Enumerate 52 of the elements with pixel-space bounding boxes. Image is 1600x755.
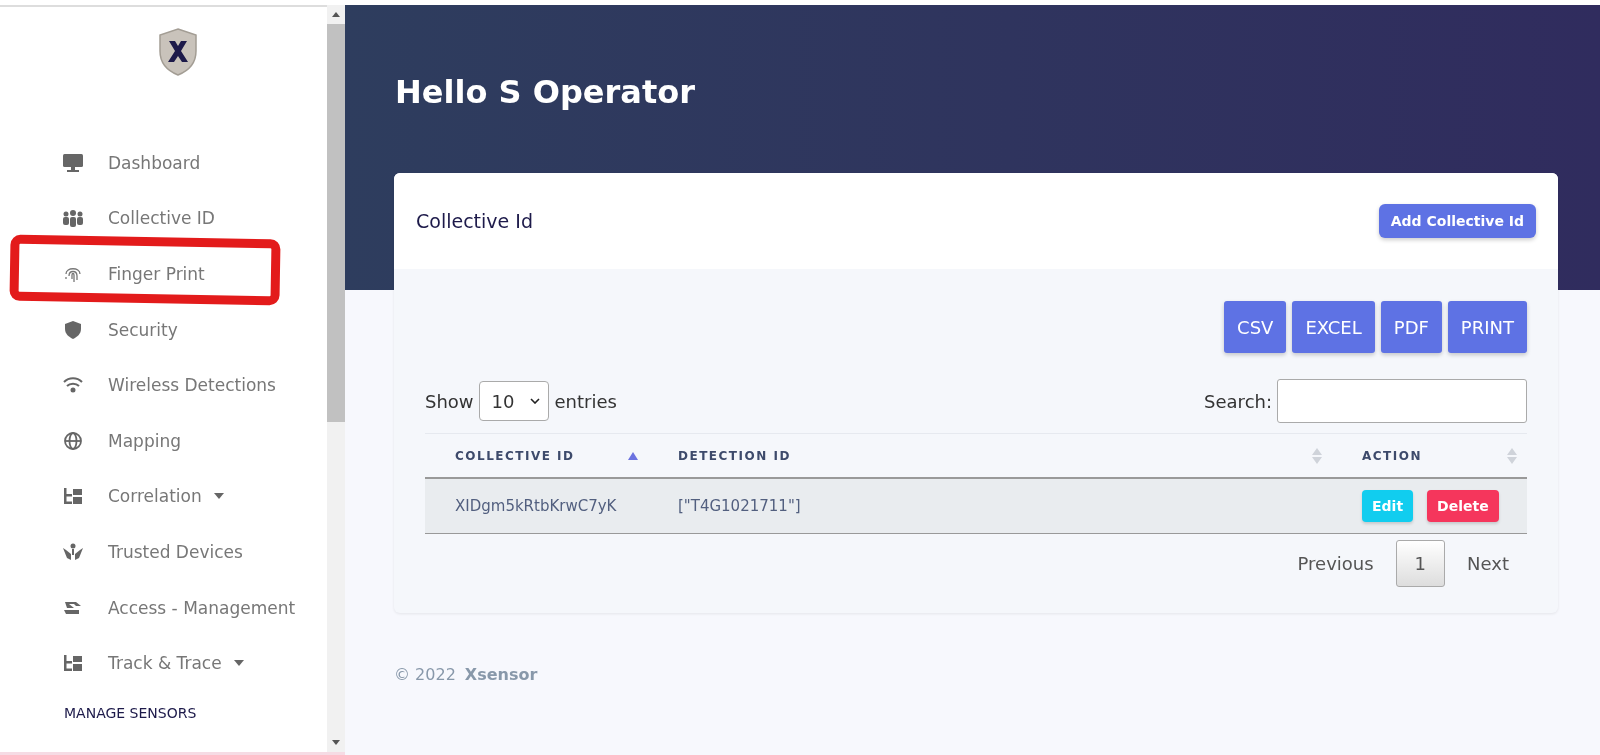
caret-icon: [233, 660, 244, 667]
add-button[interactable]: Add Collective Id: [1378, 204, 1536, 238]
sidebar-item[interactable]: Collective ID: [34, 190, 327, 247]
export-button[interactable]: EXCEL: [1292, 301, 1375, 353]
search-label: Search:: [1204, 390, 1272, 412]
sort-icon[interactable]: [1312, 447, 1322, 464]
chevron-icon: [530, 398, 541, 404]
greeting-title: Hello S Operator: [395, 73, 696, 111]
export-button[interactable]: PRINT: [1447, 301, 1527, 353]
hierarchy-icon: [62, 653, 84, 674]
monitor-icon: [62, 152, 84, 173]
shield-icon: [62, 319, 84, 340]
column-header[interactable]: DETECTION ID: [678, 448, 791, 463]
scrollbar[interactable]: [327, 5, 345, 752]
show-label: Show: [425, 390, 474, 412]
export-button[interactable]: CSV: [1224, 301, 1287, 353]
card-title: Collective Id: [416, 210, 533, 232]
delete-button[interactable]: Delete: [1427, 490, 1499, 522]
column-header[interactable]: COLLECTIVE ID: [455, 448, 575, 463]
people-icon: [62, 208, 84, 229]
sidebar-item[interactable]: Access - Management: [34, 579, 327, 636]
section-heading: MANAGE SENSORS: [63, 704, 198, 721]
globe-icon: [62, 430, 84, 451]
next-link[interactable]: Next: [1449, 541, 1527, 586]
search-field[interactable]: [1277, 379, 1527, 423]
table-cell: XIDgm5kRtbKrwC7yK: [425, 478, 648, 534]
sidebar-item[interactable]: Security: [34, 301, 327, 358]
sort-ascending-icon[interactable]: [628, 451, 638, 460]
sidebar-item[interactable]: Correlation: [34, 468, 327, 525]
hands-icon: [62, 541, 84, 562]
sidebar-item[interactable]: Trusted Devices: [34, 524, 327, 580]
sidebar-item[interactable]: Dashboard: [34, 135, 327, 191]
sidebar-item[interactable]: Wireless Detections: [34, 357, 327, 413]
export-button[interactable]: PDF: [1380, 301, 1442, 353]
table-cell: ["T4G1021711"]: [648, 478, 1332, 534]
entries-label: entries: [554, 390, 617, 412]
scroll-up-icon[interactable]: [332, 12, 340, 17]
previous-link[interactable]: Previous: [1279, 541, 1392, 586]
entries-select[interactable]: 10: [478, 381, 550, 421]
shield-logo: [156, 27, 200, 77]
scrollbar-thumb[interactable]: [327, 24, 345, 422]
hierarchy-icon: [62, 486, 84, 507]
column-header[interactable]: ACTION: [1362, 448, 1422, 463]
sidebar-item[interactable]: Finger Print: [34, 246, 327, 302]
sidebar-item[interactable]: Mapping: [34, 412, 327, 469]
copyright-text: © 2022: [394, 665, 456, 684]
page-button[interactable]: 1: [1395, 540, 1446, 587]
caret-icon: [213, 493, 224, 500]
footer-brand: Xsensor: [464, 665, 538, 684]
scroll-down-icon[interactable]: [332, 740, 340, 745]
sidebar-item[interactable]: Track & Trace: [34, 635, 327, 691]
sort-icon[interactable]: [1507, 447, 1517, 464]
